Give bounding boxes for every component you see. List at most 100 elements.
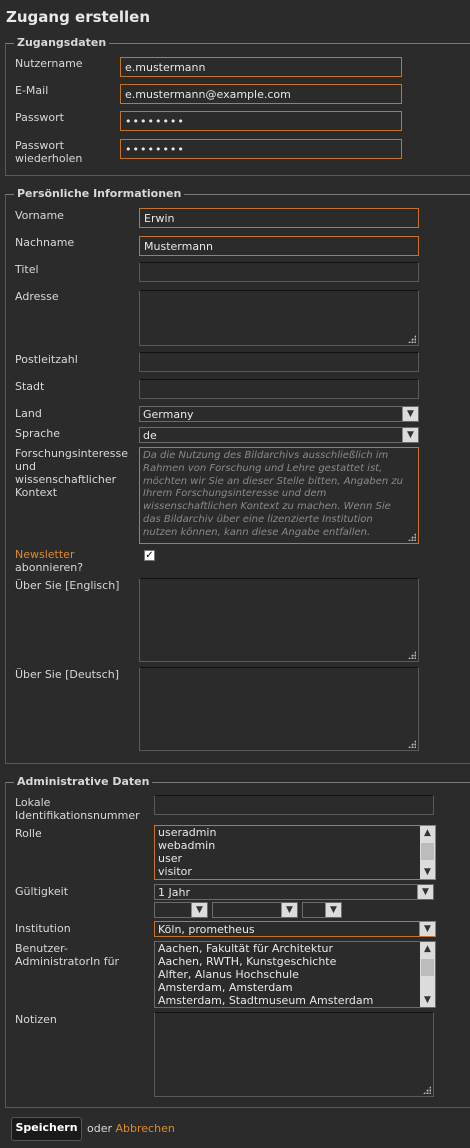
role-label: Rolle [15,827,42,840]
research-textarea[interactable]: Da die Nutzung des Bildarchivs ausschlie… [139,447,419,544]
email-input[interactable]: e.mustermann@example.com [120,84,402,104]
notes-label: Notizen [15,1013,57,1026]
newsletter-label-line2: abonnieren? [15,561,84,574]
username-input[interactable]: e.mustermann [120,57,402,77]
page-title: Zugang erstellen [6,8,151,26]
scroll-thumb[interactable] [421,959,434,976]
language-select[interactable]: de ▼ [139,427,419,443]
validity-month-select[interactable]: ▼ [212,902,298,918]
legend-admin: Administrative Daten [14,775,153,788]
chevron-up-icon[interactable]: ▲ [420,826,435,840]
legend-personal: Persönliche Informationen [14,187,185,200]
chevron-down-icon[interactable]: ▼ [420,993,435,1007]
notes-textarea[interactable] [154,1012,434,1097]
institution-select[interactable]: Köln, prometheus ▼ [154,921,436,937]
or-text: oder [87,1122,113,1135]
city-label: Stadt [15,380,45,393]
local-id-label-line1: Lokale [15,796,51,809]
role-option[interactable]: useradmin [155,826,435,839]
local-id-label-line2: Identifikationsnummer [15,809,140,822]
lastname-label: Nachname [15,236,75,249]
newsletter-label-line1: Newsletter [15,548,75,561]
firstname-input[interactable]: Erwin [139,208,419,228]
about-de-label: Über Sie [Deutsch] [15,668,119,681]
research-label-line4: Kontext [15,486,58,499]
username-label: Nutzername [15,57,83,70]
role-listbox[interactable]: useradmin webadmin user visitor ▲ ▼ [154,825,436,880]
role-scrollbar[interactable]: ▲ ▼ [420,826,435,879]
resize-grip-icon[interactable] [408,533,416,541]
research-placeholder: Da die Nutzung des Bildarchivs ausschlie… [143,450,403,538]
research-label: Forschungsinteresse und wissenschaftlich… [15,447,128,499]
newsletter-label: Newsletter abonnieren? [15,548,83,574]
password-repeat-label-line1: Passwort [15,139,64,152]
about-de-textarea[interactable] [139,667,419,751]
institution-label: Institution [15,922,71,935]
action-separator: oder Abbrechen [87,1122,175,1135]
country-label: Land [15,407,42,420]
institution-option[interactable]: Aachen, RWTH, Kunstgeschichte [155,955,435,968]
cancel-link[interactable]: Abbrechen [116,1122,175,1135]
research-label-line2: und [15,460,36,473]
country-selected: Germany [143,408,194,421]
about-en-textarea[interactable] [139,578,419,662]
chevron-down-icon[interactable]: ▼ [402,407,418,421]
password-input[interactable]: •••••••• [120,111,402,131]
country-select[interactable]: Germany ▼ [139,406,419,422]
chevron-down-icon[interactable]: ▼ [191,903,207,917]
resize-grip-icon[interactable] [408,740,416,748]
institution-option[interactable]: Amsterdam, Stadtmuseum Amsterdam [155,994,435,1007]
title-input[interactable] [139,262,419,282]
address-label: Adresse [15,290,59,303]
language-label: Sprache [15,427,61,440]
password-label: Passwort [15,111,64,124]
role-option[interactable]: user [155,852,435,865]
resize-grip-icon[interactable] [408,651,416,659]
chevron-down-icon[interactable]: ▼ [417,885,433,899]
about-en-label: Über Sie [Englisch] [15,579,120,592]
useradmin-label: Benutzer- AdministratorIn für [15,942,119,968]
useradmin-label-line2: AdministratorIn für [15,955,120,968]
institution-selected: Köln, prometheus [158,923,255,936]
title-label: Titel [15,263,39,276]
email-label: E-Mail [15,84,49,97]
validity-select[interactable]: 1 Jahr ▼ [154,884,434,900]
institution-option[interactable]: Alfter, Alanus Hochschule [155,968,435,981]
role-option[interactable]: webadmin [155,839,435,852]
scroll-thumb[interactable] [421,843,434,860]
validity-day-select[interactable]: ▼ [154,902,208,918]
zip-input[interactable] [139,352,419,372]
address-textarea[interactable] [139,290,419,346]
chevron-down-icon[interactable]: ▼ [420,865,435,879]
research-label-line3: wissenschaftlicher [15,473,117,486]
chevron-down-icon[interactable]: ▼ [325,903,341,917]
validity-year-select[interactable]: ▼ [302,902,342,918]
zip-label: Postleitzahl [15,353,78,366]
newsletter-checkbox[interactable]: ✓ [144,550,155,561]
password-repeat-label: Passwort wiederholen [15,139,82,165]
chevron-down-icon[interactable]: ▼ [281,903,297,917]
chevron-down-icon[interactable]: ▼ [419,922,435,936]
research-label-line1: Forschungsinteresse [15,447,128,460]
validity-label: Gültigkeit [15,885,69,898]
useradmin-label-line1: Benutzer- [15,942,68,955]
password-repeat-label-line2: wiederholen [15,152,83,165]
resize-grip-icon[interactable] [408,335,416,343]
institution-option[interactable]: Amsterdam, Amsterdam [155,981,435,994]
save-button[interactable]: Speichern [11,1117,82,1141]
local-id-label: Lokale Identifikationsnummer [15,796,140,822]
role-option[interactable]: visitor [155,865,435,878]
chevron-up-icon[interactable]: ▲ [420,942,435,956]
local-id-input[interactable] [154,795,434,815]
useradmin-scrollbar[interactable]: ▲ ▼ [420,942,435,1007]
resize-grip-icon[interactable] [423,1086,431,1094]
chevron-down-icon[interactable]: ▼ [402,428,418,442]
legend-account: Zugangsdaten [14,36,110,49]
password-repeat-input[interactable]: •••••••• [120,139,402,159]
validity-selected: 1 Jahr [158,886,190,899]
institution-option[interactable]: Aachen, Fakultät für Architektur [155,942,435,955]
lastname-input[interactable]: Mustermann [139,236,419,256]
useradmin-listbox[interactable]: Aachen, Fakultät für Architektur Aachen,… [154,941,436,1008]
language-selected: de [143,429,157,442]
city-input[interactable] [139,379,419,399]
